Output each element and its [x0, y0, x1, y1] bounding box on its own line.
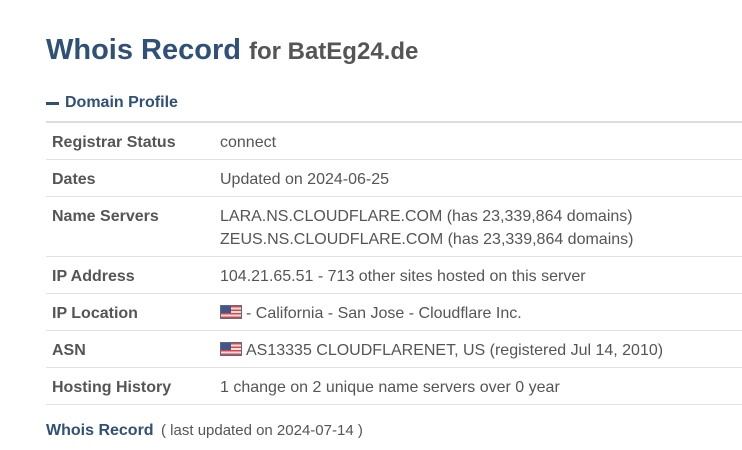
asn-text: AS13335 CLOUDFLARENET, US (registered Ju… [246, 342, 664, 359]
row-value: AS13335 CLOUDFLARENET, US (registered Ju… [220, 330, 742, 368]
whois-record-link[interactable]: Whois Record [46, 422, 154, 439]
table-row-dates: Dates Updated on 2024-06-25 [46, 159, 742, 197]
table-row-registrar-status: Registrar Status connect [46, 122, 742, 160]
page-title: Whois Record for BatEg24.de [46, 30, 418, 67]
last-updated-text: ( last updated on 2024-07-14 ) [161, 422, 363, 439]
row-key: IP Address [46, 256, 220, 294]
domain-profile-heading: Domain Profile [65, 94, 178, 111]
table-row-ip-location: IP Location - California - San Jose - Cl… [46, 293, 742, 331]
us-flag-icon [220, 305, 242, 319]
table-row-ip-address: IP Address 104.21.65.51 - 713 other site… [46, 256, 742, 294]
row-value: LARA.NS.CLOUDFLARE.COM (has 23,339,864 d… [220, 196, 742, 257]
row-value: Updated on 2024-06-25 [220, 159, 742, 197]
row-value: 1 change on 2 unique name servers over 0… [220, 367, 742, 405]
row-key: Hosting History [46, 367, 220, 405]
row-value: connect [220, 122, 742, 160]
row-value: 104.21.65.51 - 713 other sites hosted on… [220, 256, 742, 294]
whois-record-footer: Whois Record ( last updated on 2024-07-1… [46, 422, 363, 440]
ip-location-text: - California - San Jose - Cloudflare Inc… [246, 305, 522, 322]
table-row-asn: ASN AS13335 CLOUDFLARENET, US (registere… [46, 330, 742, 368]
domain-profile-toggle[interactable]: Domain Profile [46, 93, 178, 113]
row-key: IP Location [46, 293, 220, 331]
name-server-line: LARA.NS.CLOUDFLARE.COM (has 23,339,864 d… [220, 208, 633, 225]
name-server-line: ZEUS.NS.CLOUDFLARE.COM (has 23,339,864 d… [220, 231, 634, 248]
row-key: Registrar Status [46, 122, 220, 160]
page-title-domain: for BatEg24.de [248, 38, 419, 65]
row-key: Name Servers [46, 196, 220, 257]
table-row-name-servers: Name Servers LARA.NS.CLOUDFLARE.COM (has… [46, 196, 742, 257]
us-flag-icon [220, 342, 242, 356]
row-key: ASN [46, 330, 220, 368]
row-key: Dates [46, 159, 220, 197]
minus-icon [46, 101, 59, 105]
page-title-main: Whois Record [46, 34, 241, 66]
table-row-hosting-history: Hosting History 1 change on 2 unique nam… [46, 367, 742, 405]
row-value: - California - San Jose - Cloudflare Inc… [220, 293, 742, 331]
domain-profile-table: Registrar Status connect Dates Updated o… [46, 121, 742, 405]
